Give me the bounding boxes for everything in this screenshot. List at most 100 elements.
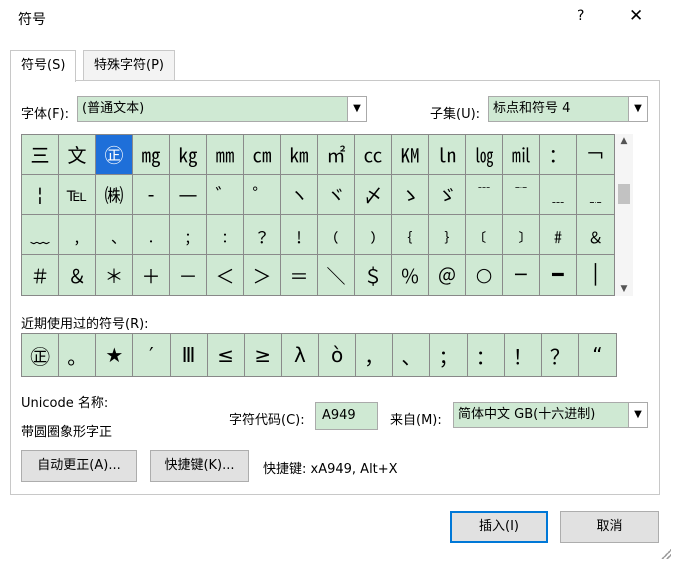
recent-symbol-cell[interactable]: ㊣ bbox=[22, 334, 60, 376]
shortcut-key-button[interactable]: 快捷键(K)... bbox=[150, 450, 249, 482]
symbol-cell[interactable]: ﹠ bbox=[577, 215, 614, 255]
symbol-cell[interactable]: ＠ bbox=[429, 255, 466, 295]
symbol-cell[interactable]: ﹛ bbox=[392, 215, 429, 255]
symbol-cell[interactable]: ㏑ bbox=[429, 135, 466, 175]
symbol-cell[interactable]: ㎞ bbox=[281, 135, 318, 175]
recent-symbol-cell[interactable]: ， bbox=[356, 334, 394, 376]
symbol-cell[interactable]: ㎎ bbox=[133, 135, 170, 175]
symbol-cell[interactable]: 〆 bbox=[355, 175, 392, 215]
symbol-cell[interactable]: ￢ bbox=[577, 135, 614, 175]
chevron-down-icon[interactable]: ▼ bbox=[628, 97, 647, 121]
symbol-cell[interactable]: ㎝ bbox=[244, 135, 281, 175]
symbol-cell[interactable]: ㊣ bbox=[96, 135, 133, 175]
recent-symbol-cell[interactable]: 。 bbox=[59, 334, 97, 376]
symbol-cell[interactable]: ¦ bbox=[22, 175, 59, 215]
recent-symbol-cell[interactable]: ： bbox=[467, 334, 505, 376]
symbol-cell[interactable]: ﹜ bbox=[429, 215, 466, 255]
symbol-cell[interactable]: ＆ bbox=[59, 255, 96, 295]
symbol-cell[interactable]: ﹎ bbox=[577, 175, 614, 215]
symbol-cell[interactable]: ＼ bbox=[318, 255, 355, 295]
symbol-cell[interactable]: ㎡ bbox=[318, 135, 355, 175]
symbol-grid-scrollbar[interactable]: ▲ ▼ bbox=[615, 134, 633, 296]
autocorrect-button[interactable]: 自动更正(A)... bbox=[21, 450, 137, 482]
symbol-cell[interactable]: ﹝ bbox=[466, 215, 503, 255]
symbol-cell[interactable]: ゜ bbox=[244, 175, 281, 215]
symbol-cell[interactable]: ﹗ bbox=[281, 215, 318, 255]
recent-symbol-cell[interactable]: “ bbox=[578, 334, 616, 376]
tab-special-characters[interactable]: 特殊字符(P) bbox=[83, 50, 175, 80]
symbol-cell[interactable]: ﹒ bbox=[133, 215, 170, 255]
symbol-cell[interactable]: ﹉ bbox=[466, 175, 503, 215]
recent-symbol-cell[interactable]: 、 bbox=[393, 334, 431, 376]
symbol-cell[interactable]: — bbox=[170, 175, 207, 215]
symbol-cell[interactable]: ゞ bbox=[429, 175, 466, 215]
symbol-cell[interactable]: ﹖ bbox=[244, 215, 281, 255]
symbol-cell[interactable]: ゛ bbox=[207, 175, 244, 215]
recent-symbol-cell[interactable]: ； bbox=[430, 334, 468, 376]
cancel-button[interactable]: 取消 bbox=[560, 511, 659, 543]
symbol-cell[interactable]: ℡ bbox=[59, 175, 96, 215]
symbol-cell[interactable]: 文 bbox=[59, 135, 96, 175]
symbol-cell[interactable]: ＊ bbox=[96, 255, 133, 295]
help-icon[interactable]: ? bbox=[577, 8, 584, 24]
symbol-cell[interactable]: ㈱ bbox=[96, 175, 133, 215]
symbol-cell[interactable]: ﹍ bbox=[540, 175, 577, 215]
symbol-cell[interactable]: ％ bbox=[392, 255, 429, 295]
scroll-down-icon[interactable]: ▼ bbox=[615, 284, 633, 294]
symbol-cell[interactable]: ＜ bbox=[207, 255, 244, 295]
recent-symbol-cell[interactable]: ？ bbox=[541, 334, 579, 376]
char-code-input[interactable]: A949 bbox=[315, 402, 378, 430]
subset-dropdown[interactable]: 标点和符号 4 ▼ bbox=[488, 96, 648, 122]
symbol-cell[interactable]: ﹟ bbox=[540, 215, 577, 255]
symbol-cell[interactable]: ㏎ bbox=[392, 135, 429, 175]
symbol-cell[interactable]: ﹕ bbox=[207, 215, 244, 255]
chevron-down-icon[interactable]: ▼ bbox=[347, 97, 366, 121]
symbol-cell[interactable]: ＞ bbox=[244, 255, 281, 295]
symbol-cell[interactable]: ㎜ bbox=[207, 135, 244, 175]
symbol-cell[interactable]: ゝ bbox=[392, 175, 429, 215]
tab-symbols[interactable]: 符号(S) bbox=[10, 50, 77, 82]
symbol-cell[interactable]: － bbox=[170, 255, 207, 295]
symbol-cell[interactable]: ＄ bbox=[355, 255, 392, 295]
font-dropdown[interactable]: (普通文本) ▼ bbox=[77, 96, 367, 122]
from-dropdown[interactable]: 简体中文 GB(十六进制) ▼ bbox=[453, 402, 648, 428]
symbol-cell[interactable]: ﹐ bbox=[59, 215, 96, 255]
recent-symbol-cell[interactable]: ！ bbox=[504, 334, 542, 376]
symbol-cell[interactable]: ㎏ bbox=[170, 135, 207, 175]
symbol-cell[interactable]: ○ bbox=[466, 255, 503, 295]
recent-symbol-cell[interactable]: ★ bbox=[96, 334, 134, 376]
symbol-cell[interactable]: ㆔ bbox=[22, 135, 59, 175]
symbol-cell[interactable]: ヾ bbox=[318, 175, 355, 215]
scroll-thumb[interactable] bbox=[618, 184, 630, 204]
close-icon[interactable]: ✕ bbox=[629, 6, 643, 26]
symbol-cell[interactable]: ─ bbox=[503, 255, 540, 295]
symbol-cell[interactable]: ﹊ bbox=[503, 175, 540, 215]
symbol-cell[interactable]: ‐ bbox=[133, 175, 170, 215]
symbol-cell[interactable]: ﹔ bbox=[170, 215, 207, 255]
symbol-cell[interactable]: ﹏ bbox=[22, 215, 59, 255]
symbol-cell[interactable]: ﹑ bbox=[96, 215, 133, 255]
symbol-cell[interactable]: ＝ bbox=[281, 255, 318, 295]
recent-symbol-cell[interactable]: ≥ bbox=[244, 334, 282, 376]
resize-grip-icon[interactable] bbox=[661, 549, 671, 559]
symbol-cell[interactable]: ━ bbox=[540, 255, 577, 295]
scroll-up-icon[interactable]: ▲ bbox=[615, 136, 633, 146]
chevron-down-icon[interactable]: ▼ bbox=[628, 403, 647, 427]
symbol-cell[interactable]: ㏄ bbox=[355, 135, 392, 175]
symbol-cell[interactable]: ヽ bbox=[281, 175, 318, 215]
recent-symbol-cell[interactable]: Ⅲ bbox=[170, 334, 208, 376]
symbol-cell[interactable]: ﹞ bbox=[503, 215, 540, 255]
recent-symbol-cell[interactable]: ≤ bbox=[207, 334, 245, 376]
symbol-cell[interactable]: ＋ bbox=[133, 255, 170, 295]
insert-button[interactable]: 插入(I) bbox=[450, 511, 548, 543]
symbol-cell[interactable]: ㏒ bbox=[466, 135, 503, 175]
symbol-cell[interactable]: │ bbox=[577, 255, 614, 295]
recent-symbol-cell[interactable]: λ bbox=[281, 334, 319, 376]
symbol-cell[interactable]: ： bbox=[540, 135, 577, 175]
recent-symbol-cell[interactable]: ò bbox=[319, 334, 357, 376]
recent-symbol-cell[interactable]: ′ bbox=[133, 334, 171, 376]
symbol-cell[interactable]: ＃ bbox=[22, 255, 59, 295]
symbol-cell[interactable]: ﹚ bbox=[355, 215, 392, 255]
symbol-cell[interactable]: ㏕ bbox=[503, 135, 540, 175]
symbol-cell[interactable]: ﹙ bbox=[318, 215, 355, 255]
